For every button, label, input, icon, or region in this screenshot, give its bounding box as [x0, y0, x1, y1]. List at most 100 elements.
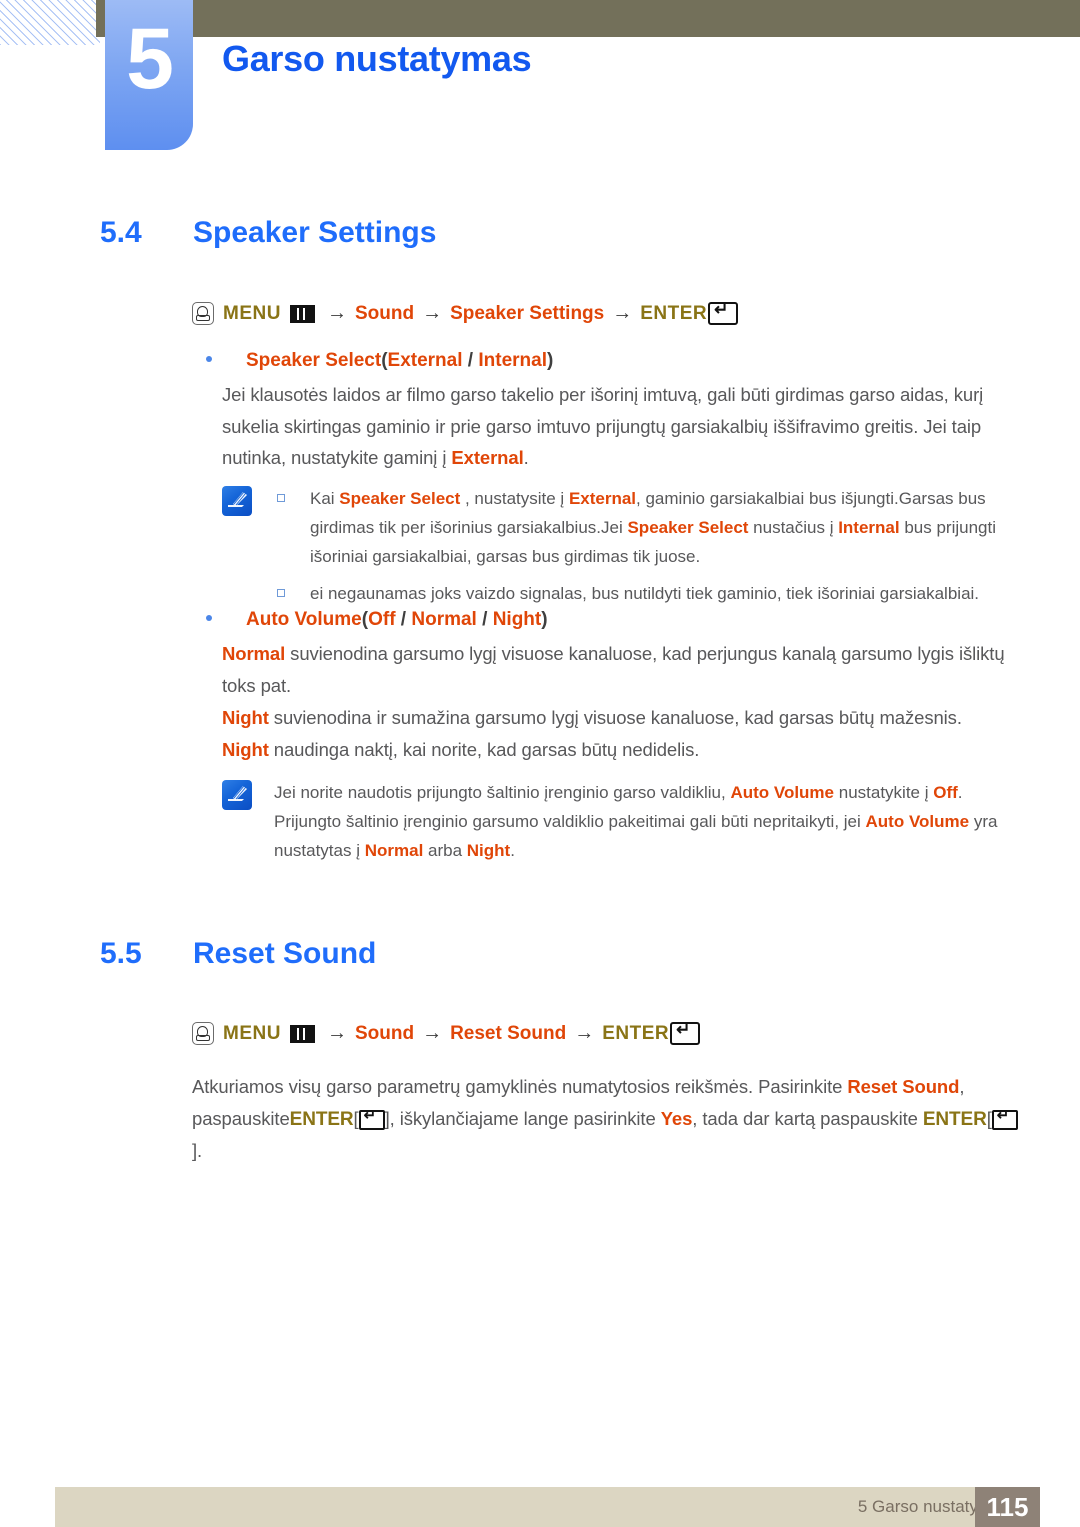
chapter-title: Garso nustatymas: [222, 38, 532, 79]
bullet-auto-volume: Auto Volume(Off / Normal / Night): [206, 609, 548, 631]
highlight-internal: Internal: [838, 518, 900, 537]
highlight-night: Night: [222, 707, 269, 728]
note-text-6: .: [510, 841, 515, 860]
paren-close: ): [541, 609, 548, 630]
bullet-option-external: External: [387, 350, 463, 371]
path-arrow-2: →: [422, 1022, 443, 1044]
bullet-title: Auto Volume: [246, 609, 362, 630]
para-text-4: ], iškylančiajame lange pasirinkite: [384, 1107, 661, 1129]
enter-return-icon: [670, 1020, 701, 1045]
note-text-5: arba: [423, 841, 467, 860]
paragraph-night-desc: Night suvienodina ir sumažina garsumo ly…: [222, 702, 1012, 765]
bullet-option-night: Night: [492, 609, 542, 630]
enter-return-icon: [708, 300, 739, 325]
highlight-off: Off: [933, 783, 958, 802]
para-text-2: naudinga naktį, kai norite, kad garsas b…: [268, 738, 700, 760]
highlight-speaker-select: Speaker Select: [339, 489, 461, 508]
bullet-option-internal: Internal: [478, 350, 547, 371]
highlight-reset-sound: Reset Sound: [847, 1076, 960, 1097]
enter-return-icon: [991, 1107, 1018, 1130]
para-text-1: suvienodina garsumo lygį visuose kanaluo…: [222, 643, 1005, 696]
menu-step-speaker-settings[interactable]: Speaker Settings: [450, 303, 604, 325]
section-title: Speaker Settings: [193, 216, 437, 249]
menu-path-reset-sound: MENU → Sound → Reset Sound → ENTER: [192, 1020, 701, 1045]
option-separator: /: [395, 609, 412, 630]
section-number: 5.5: [100, 937, 142, 970]
highlight-night-2: Night: [222, 738, 269, 760]
section-heading-5-4: 5.4 Speaker Settings: [100, 216, 436, 250]
note-text-2: , nustatysite į: [460, 489, 569, 508]
enter-label[interactable]: ENTER: [602, 1023, 669, 1045]
highlight-auto-volume: Auto Volume: [730, 783, 835, 802]
path-arrow-2: →: [422, 302, 443, 324]
highlight-normal: Normal: [222, 643, 286, 664]
highlight-external: External: [451, 447, 524, 468]
para-text-7: ].: [192, 1140, 203, 1161]
square-bullet-icon: [277, 589, 285, 597]
note-item: Jei norite naudotis prijungto šaltinio į…: [274, 778, 1014, 865]
section-title: Reset Sound: [193, 937, 377, 970]
chapter-number: 5: [126, 11, 174, 107]
bullet-option-normal: Normal: [411, 609, 477, 630]
option-separator-2: /: [476, 609, 493, 630]
note-pencil-icon: [222, 486, 252, 516]
highlight-night: Night: [466, 841, 511, 860]
enter-return-icon: [358, 1107, 385, 1130]
para-text-1: Atkuriamos visų garso parametrų gamyklin…: [192, 1076, 848, 1097]
hand-press-icon: [192, 1022, 214, 1045]
paragraph-speaker-select-desc: Jei klausotės laidos ar filmo garso take…: [222, 379, 1012, 474]
note-text-2: nustatykite į: [834, 783, 934, 802]
page-header: 5 Garso nustatymas: [0, 0, 1080, 165]
inline-enter-label-2: ENTER: [922, 1108, 987, 1130]
chapter-number-tab: 5: [105, 0, 193, 150]
highlight-auto-volume-2: Auto Volume: [865, 812, 970, 831]
menu-label[interactable]: MENU: [223, 1023, 281, 1045]
highlight-external: External: [568, 489, 637, 508]
menu-bars-icon: [289, 1024, 315, 1043]
diagonal-hatch-pattern-icon: [0, 0, 100, 45]
note-item: Kai Speaker Select , nustatysite į Exter…: [274, 484, 1014, 571]
para-text-5: , tada dar kartą paspauskite: [692, 1107, 923, 1129]
path-arrow-1: →: [326, 302, 347, 324]
menu-step-reset-sound[interactable]: Reset Sound: [450, 1023, 566, 1045]
para-text-1: suvienodina ir sumažina garsumo lygį vis…: [268, 707, 962, 728]
menu-label[interactable]: MENU: [223, 303, 281, 325]
note-text-1: ei negaunamas joks vaizdo signalas, bus …: [310, 584, 980, 603]
paren-close: ): [546, 350, 554, 371]
inline-enter-label-1: ENTER: [289, 1108, 354, 1130]
menu-bars-icon: [289, 304, 315, 323]
paragraph-normal-desc: Normal suvienodina garsumo lygį visuose …: [222, 638, 1012, 701]
note-pencil-icon: [222, 780, 252, 810]
path-arrow-1: →: [326, 1022, 347, 1044]
menu-step-sound[interactable]: Sound: [355, 1023, 414, 1045]
bullet-dot-icon: [206, 615, 212, 622]
enter-label[interactable]: ENTER: [640, 303, 707, 325]
footer-page-number: 115: [975, 1487, 1040, 1527]
note-text-1: Kai: [310, 489, 340, 508]
bullet-title: Speaker Select: [246, 350, 382, 371]
highlight-normal: Normal: [364, 841, 424, 860]
square-bullet-icon: [277, 494, 285, 502]
hand-press-icon: [192, 302, 214, 325]
menu-step-sound[interactable]: Sound: [355, 303, 414, 325]
highlight-speaker-select-2: Speaker Select: [627, 518, 749, 537]
header-olive-bar: [96, 0, 1080, 37]
para-text-2: .: [523, 447, 529, 468]
bullet-speaker-select: Speaker Select(External / Internal): [206, 350, 553, 372]
para-text-1: Jei klausotės laidos ar filmo garso take…: [222, 384, 984, 468]
highlight-yes: Yes: [660, 1107, 693, 1129]
path-arrow-3: →: [612, 302, 633, 324]
menu-path-speaker-settings: MENU → Sound → Speaker Settings → ENTER: [192, 300, 739, 325]
bullet-option-off: Off: [368, 609, 396, 630]
path-arrow-3: →: [574, 1022, 595, 1044]
para-text-3: [: [353, 1107, 359, 1129]
note-body: Kai Speaker Select , nustatysite į Exter…: [274, 484, 1014, 616]
section-number: 5.4: [100, 216, 142, 249]
section-heading-5-5: 5.5 Reset Sound: [100, 937, 376, 971]
note-text-1: Jei norite naudotis prijungto šaltinio į…: [274, 783, 731, 802]
note-body: Jei norite naudotis prijungto šaltinio į…: [274, 778, 1014, 873]
note-text-4: nustačius į: [748, 518, 839, 537]
bullet-dot-icon: [206, 356, 212, 363]
paragraph-reset-sound-desc: Atkuriamos visų garso parametrų gamyklin…: [192, 1071, 1022, 1167]
note-item: ei negaunamas joks vaizdo signalas, bus …: [274, 579, 1014, 608]
